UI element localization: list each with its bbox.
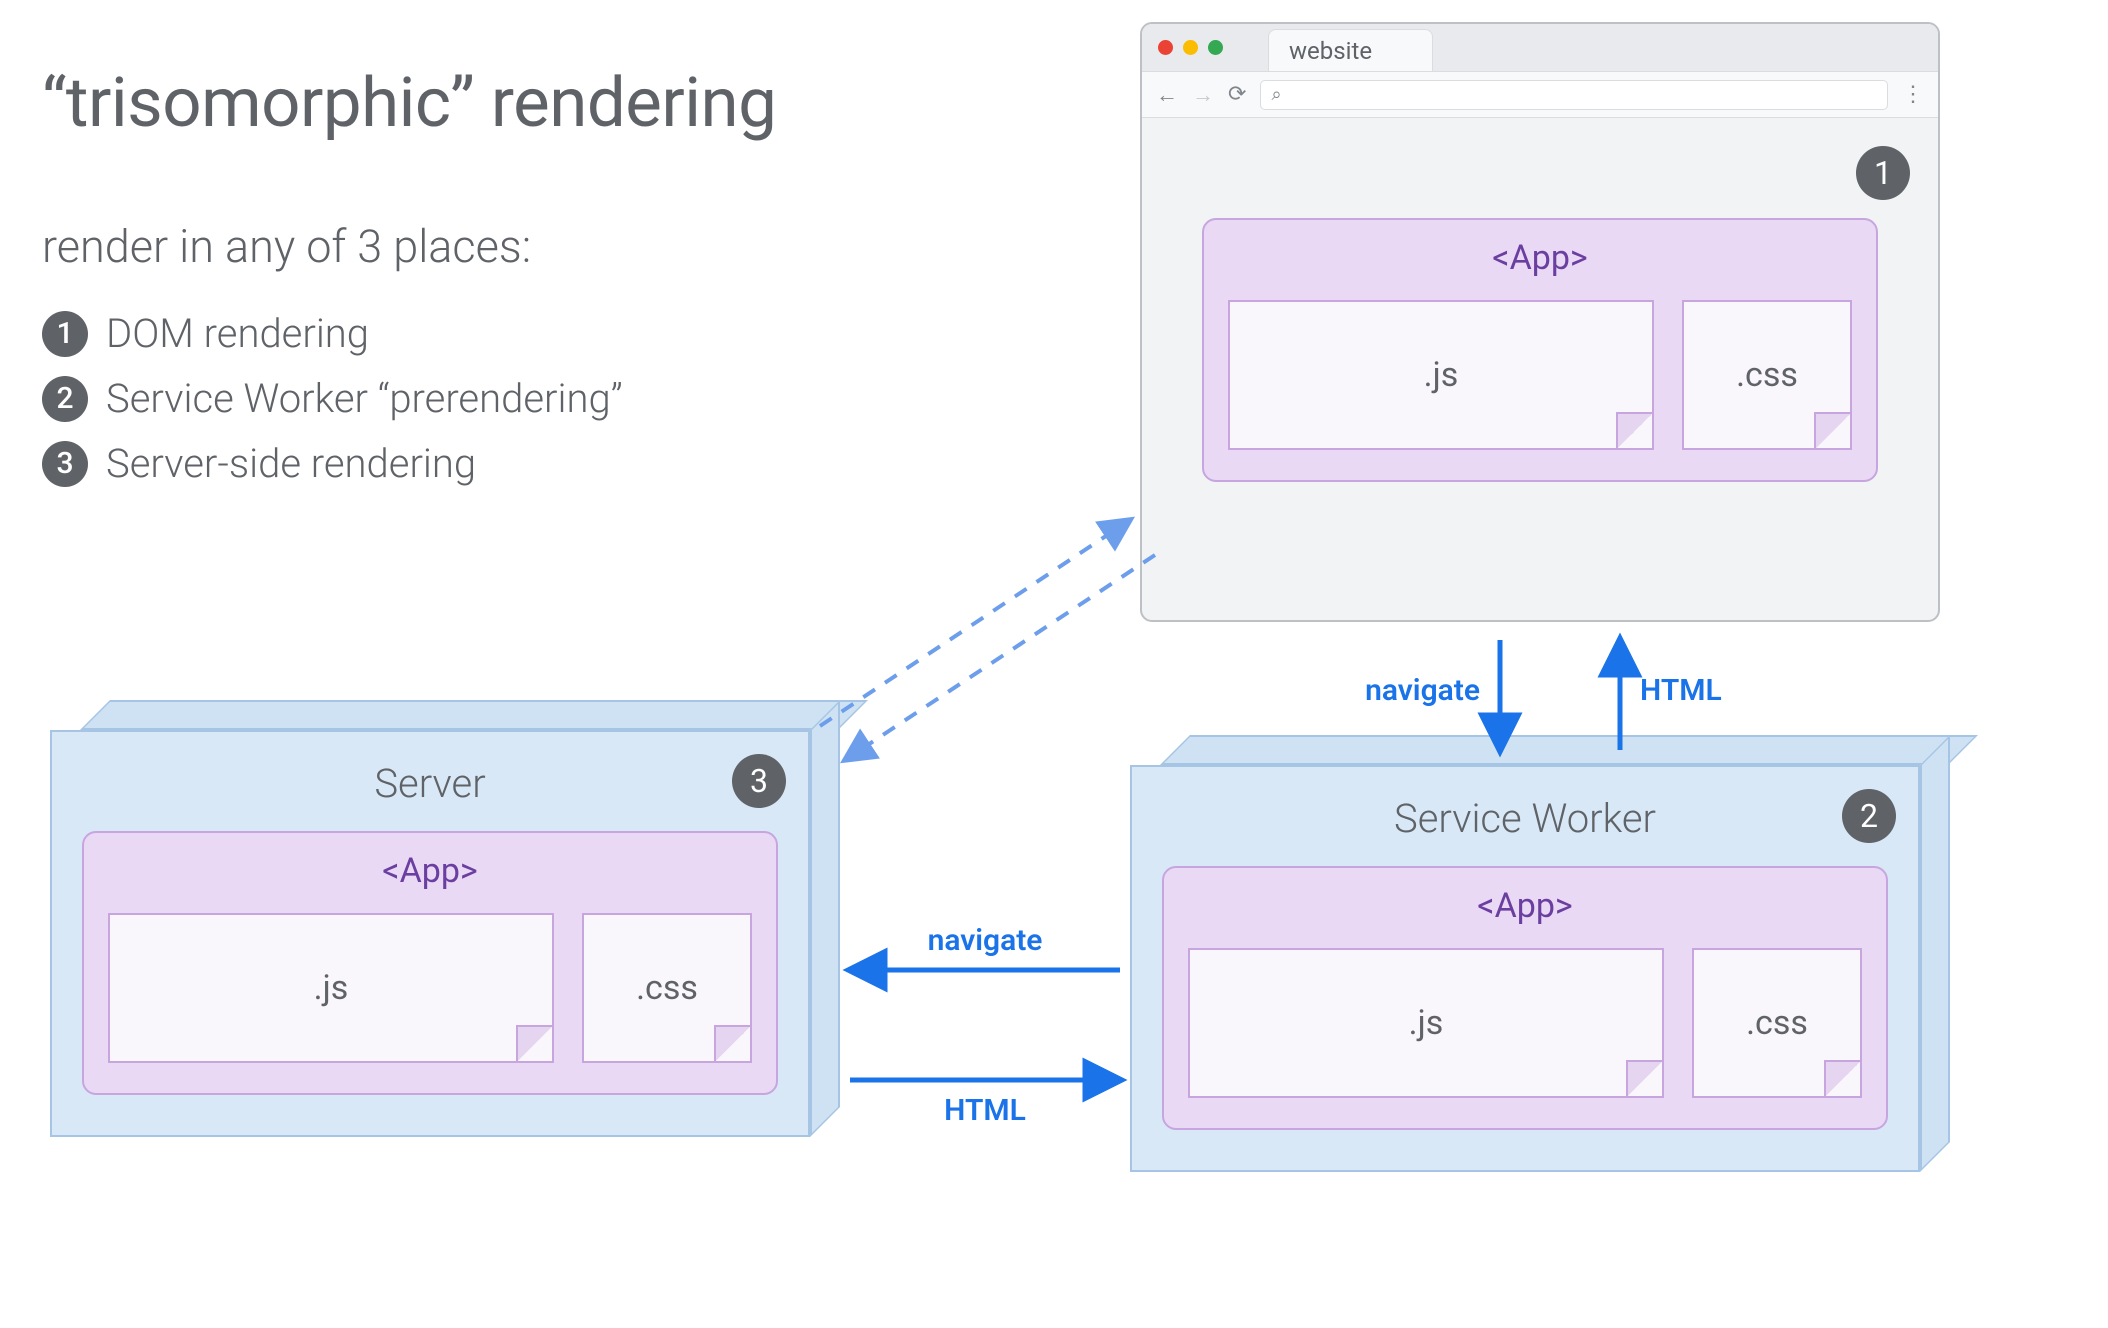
minimize-icon	[1183, 40, 1198, 55]
legend: 1 DOM rendering 2 Service Worker “preren…	[42, 310, 623, 505]
file-ext: .css	[636, 968, 698, 1008]
page-fold-icon	[516, 1025, 552, 1061]
file-row: .js .css	[1188, 948, 1862, 1098]
legend-label: Server-side rendering	[106, 440, 476, 487]
page-fold-icon	[1626, 1060, 1662, 1096]
page-fold-icon	[1814, 412, 1850, 448]
js-file-icon: .js	[1228, 300, 1654, 450]
legend-badge-3: 3	[42, 441, 88, 487]
legend-item: 3 Server-side rendering	[42, 440, 623, 487]
app-card: <App> .js .css	[1202, 218, 1878, 482]
browser-toolbar: ← → ⟳ ⌕ ⋮	[1142, 72, 1938, 118]
legend-item: 1 DOM rendering	[42, 310, 623, 357]
browser-titlebar: website	[1142, 24, 1938, 72]
legend-label: DOM rendering	[106, 310, 369, 357]
page-fold-icon	[714, 1025, 750, 1061]
app-card: <App> .js .css	[1162, 866, 1888, 1130]
app-label: <App>	[108, 851, 752, 891]
file-ext: .css	[1746, 1003, 1808, 1043]
back-icon: ←	[1156, 82, 1178, 108]
traffic-lights	[1158, 40, 1223, 55]
node-badge-3: 3	[732, 754, 786, 808]
file-ext: .js	[314, 968, 349, 1008]
app-card: <App> .js .css	[82, 831, 778, 1095]
css-file-icon: .css	[1682, 300, 1852, 450]
node-title: Server	[82, 760, 778, 807]
node-title: Service Worker	[1162, 795, 1888, 842]
css-file-icon: .css	[1692, 948, 1862, 1098]
close-icon	[1158, 40, 1173, 55]
page-fold-icon	[1616, 412, 1652, 448]
service-worker-node: 2 Service Worker <App> .js .css	[1130, 735, 1920, 1172]
box-top-face	[80, 700, 868, 730]
file-ext: .css	[1736, 355, 1798, 395]
search-icon: ⌕	[1271, 84, 1281, 105]
file-row: .js .css	[108, 913, 752, 1063]
file-ext: .js	[1424, 355, 1459, 395]
box-front-face: 3 Server <App> .js .css	[50, 730, 810, 1137]
app-label: <App>	[1188, 886, 1862, 926]
box-side-face	[810, 700, 840, 1137]
reload-icon: ⟳	[1228, 82, 1246, 107]
dashed-arrow	[845, 555, 1155, 760]
browser-tab: website	[1268, 29, 1433, 71]
app-label: <App>	[1228, 238, 1852, 278]
legend-item: 2 Service Worker “prerendering”	[42, 375, 623, 422]
box-front-face: 2 Service Worker <App> .js .css	[1130, 765, 1920, 1172]
browser-window: website ← → ⟳ ⌕ ⋮ 1 <App> .js .css	[1140, 22, 1940, 622]
arrow-label: navigate	[928, 923, 1043, 958]
diagram-subtitle: render in any of 3 places:	[42, 220, 531, 273]
js-file-icon: .js	[108, 913, 554, 1063]
diagram-title: “trisomorphic” rendering	[42, 62, 776, 143]
server-node: 3 Server <App> .js .css	[50, 700, 810, 1137]
maximize-icon	[1208, 40, 1223, 55]
page-fold-icon	[1824, 1060, 1860, 1096]
legend-label: Service Worker “prerendering”	[106, 375, 623, 422]
arrow-label: HTML	[1640, 673, 1722, 708]
browser-content: 1 <App> .js .css	[1142, 118, 1938, 620]
url-bar: ⌕	[1260, 80, 1888, 110]
node-badge-1: 1	[1856, 146, 1910, 200]
arrow-label: HTML	[944, 1093, 1026, 1128]
js-file-icon: .js	[1188, 948, 1664, 1098]
legend-badge-1: 1	[42, 311, 88, 357]
legend-badge-2: 2	[42, 376, 88, 422]
arrow-label: navigate	[1365, 673, 1480, 708]
dashed-arrow	[820, 520, 1130, 726]
file-ext: .js	[1409, 1003, 1444, 1043]
box-side-face	[1920, 735, 1950, 1172]
kebab-menu-icon: ⋮	[1902, 82, 1924, 107]
file-row: .js .css	[1228, 300, 1852, 450]
forward-icon: →	[1192, 82, 1214, 108]
css-file-icon: .css	[582, 913, 752, 1063]
box-top-face	[1160, 735, 1978, 765]
node-badge-2: 2	[1842, 789, 1896, 843]
